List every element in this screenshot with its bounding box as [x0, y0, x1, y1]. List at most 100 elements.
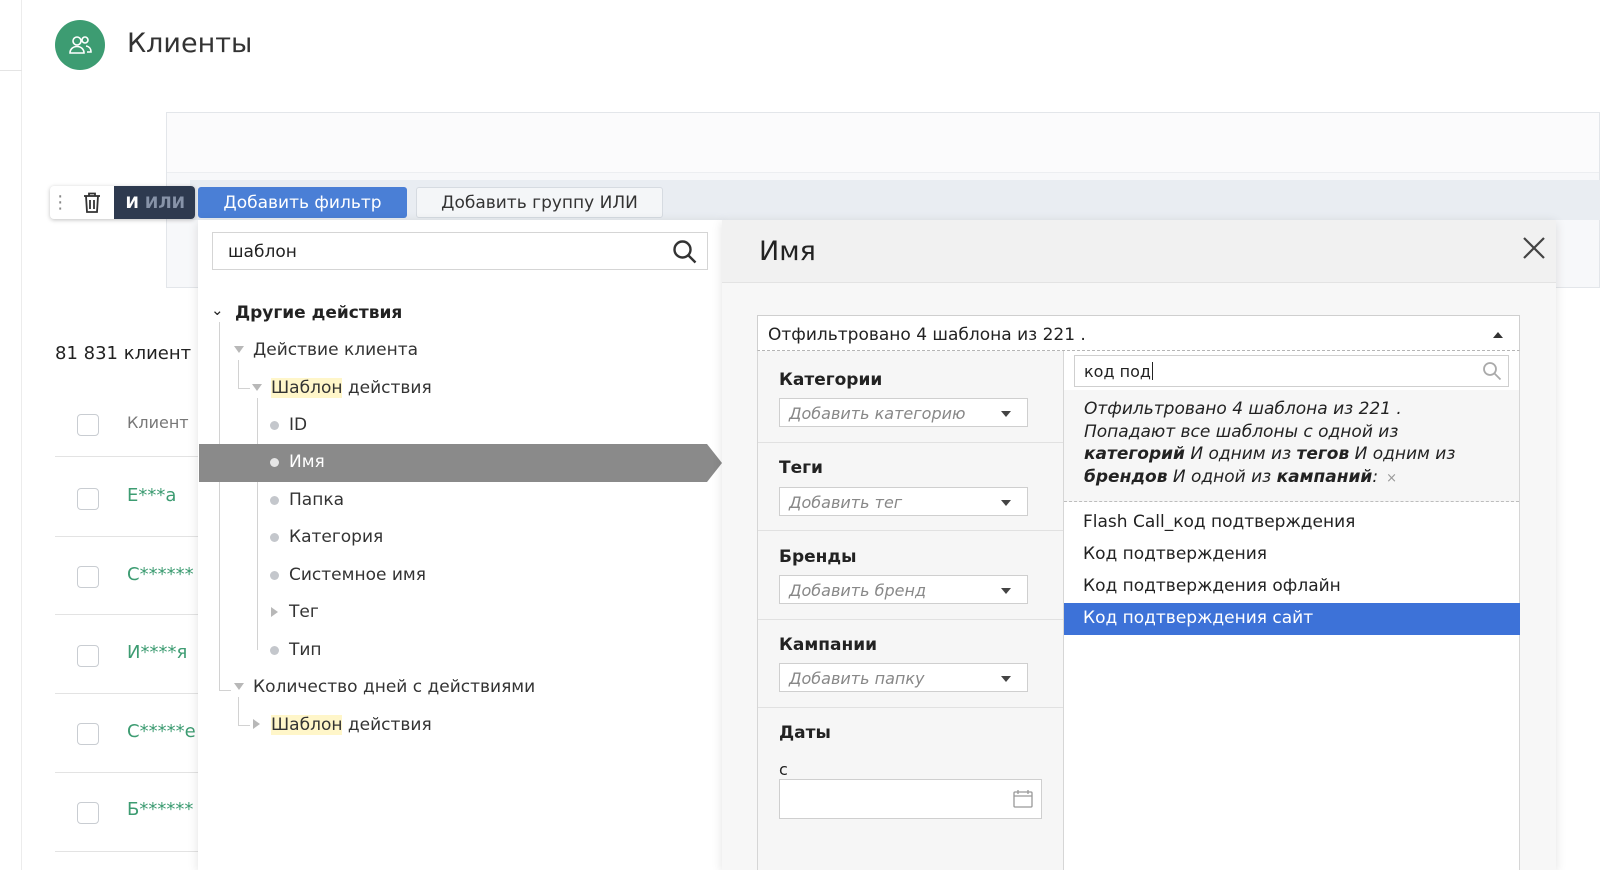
- caret-right-icon[interactable]: [271, 607, 278, 617]
- search-highlight: Шаблон: [271, 715, 343, 735]
- tags-placeholder: Добавить тег: [789, 493, 903, 512]
- campaigns-placeholder: Добавить папку: [789, 669, 925, 688]
- tree-guide: [238, 725, 250, 726]
- table-row-divider: [55, 536, 205, 537]
- tree-guide: [238, 697, 239, 725]
- info-summary: Отфильтровано 4 шаблона из 221 .: [1084, 399, 1402, 419]
- detail-header: [722, 220, 1556, 283]
- section-divider: [758, 530, 1063, 531]
- tree-item-system-name[interactable]: Системное имя: [289, 565, 426, 585]
- close-icon[interactable]: [1520, 234, 1548, 262]
- row-checkbox[interactable]: [77, 645, 99, 667]
- chevron-down-icon[interactable]: ⌄: [211, 301, 224, 319]
- row-checkbox[interactable]: [77, 488, 99, 510]
- caret-down-icon[interactable]: [234, 683, 244, 690]
- tags-select[interactable]: Добавить тег: [779, 487, 1028, 516]
- template-option[interactable]: Код подтверждения: [1064, 539, 1520, 571]
- tree-search-input[interactable]: шаблон: [212, 232, 708, 270]
- info-text: И одной из: [1167, 466, 1277, 487]
- leaf-dot-icon: [270, 496, 279, 505]
- row-checkbox[interactable]: [77, 566, 99, 588]
- filter-label-campaigns: Кампании: [779, 635, 878, 655]
- select-all-checkbox[interactable]: [77, 414, 99, 436]
- tree-item-label: действия: [342, 715, 432, 735]
- info-term: кампаний: [1276, 466, 1373, 487]
- tree-item-days-with-actions[interactable]: Количество дней с действиями: [253, 677, 535, 697]
- search-highlight: Шаблон: [271, 378, 343, 398]
- row-checkbox[interactable]: [77, 723, 99, 745]
- filter-label-brands: Бренды: [779, 547, 857, 567]
- template-search-text[interactable]: код под: [1084, 362, 1153, 381]
- template-search-input[interactable]: код под: [1074, 355, 1509, 387]
- clear-icon[interactable]: ×: [1386, 471, 1397, 486]
- info-text: И одним из: [1184, 444, 1297, 464]
- section-divider: [758, 442, 1063, 443]
- client-link[interactable]: Б******: [127, 799, 199, 820]
- and-label[interactable]: И: [126, 193, 139, 212]
- info-description: Попадают все шаблоны с одной из категори…: [1084, 421, 1499, 491]
- campaigns-select[interactable]: Добавить папку: [779, 663, 1028, 692]
- chevron-down-icon[interactable]: [1001, 588, 1011, 594]
- table-row-divider: [55, 772, 205, 773]
- tree-item-other-actions[interactable]: Другие действия: [235, 303, 402, 323]
- filter-label-tags: Теги: [779, 458, 823, 478]
- and-or-toggle[interactable]: И ИЛИ: [113, 186, 195, 219]
- tree-item-category[interactable]: Категория: [289, 527, 383, 547]
- tree-item-type[interactable]: Тип: [289, 640, 322, 660]
- add-filter-button[interactable]: Добавить фильтр: [198, 187, 407, 218]
- tree-item-label: действия: [342, 378, 432, 398]
- template-select-value: Отфильтровано 4 шаблона из 221 .: [768, 325, 1086, 345]
- tree-item-name[interactable]: Имя: [289, 452, 325, 472]
- brands-select[interactable]: Добавить бренд: [779, 575, 1028, 604]
- tree-item-action-template-2[interactable]: Шаблон действия: [271, 715, 432, 735]
- client-link[interactable]: Е***а: [127, 485, 199, 506]
- search-icon[interactable]: [1482, 361, 1502, 385]
- filter-label-categories: Категории: [779, 370, 883, 390]
- column-header-client[interactable]: Клиент: [127, 413, 189, 432]
- template-option-selected[interactable]: Код подтверждения сайт: [1064, 603, 1520, 635]
- caret-right-icon[interactable]: [253, 719, 260, 729]
- selected-arrow: [707, 444, 722, 482]
- calendar-icon[interactable]: [1013, 790, 1033, 812]
- template-select[interactable]: Отфильтровано 4 шаблона из 221 .: [757, 315, 1520, 351]
- app-page: Клиенты ⋮ И ИЛИ Добавить фильтр Добавить…: [0, 0, 1600, 870]
- filter-row-toolbar: ⋮ И ИЛИ: [50, 186, 195, 219]
- section-divider: [758, 707, 1063, 708]
- client-link[interactable]: И****я: [127, 642, 199, 663]
- or-label[interactable]: ИЛИ: [145, 193, 185, 212]
- table-row-divider: [55, 614, 205, 615]
- trash-icon[interactable]: [71, 186, 114, 219]
- chevron-down-icon[interactable]: [1001, 500, 1011, 506]
- tree-item-action-template[interactable]: Шаблон действия: [271, 378, 432, 398]
- date-from-input[interactable]: [779, 779, 1042, 819]
- categories-placeholder: Добавить категорию: [789, 404, 966, 423]
- template-option[interactable]: Flash Call_код подтверждения: [1064, 507, 1520, 539]
- row-checkbox[interactable]: [77, 802, 99, 824]
- detail-title: Имя: [759, 236, 816, 267]
- info-text: Попадают все шаблоны с одной из: [1084, 421, 1399, 442]
- template-search-value: код под: [1084, 362, 1151, 381]
- table-row-divider: [55, 851, 205, 852]
- tree-item-tag[interactable]: Тег: [289, 602, 319, 622]
- left-rail: [0, 0, 22, 870]
- client-link[interactable]: С*****е: [127, 721, 199, 742]
- drag-handle-icon[interactable]: ⋮: [50, 192, 71, 213]
- info-term: тегов: [1296, 444, 1350, 464]
- search-icon[interactable]: [671, 238, 699, 270]
- tree-search-value[interactable]: шаблон: [228, 242, 297, 262]
- chevron-down-icon[interactable]: [1001, 411, 1011, 417]
- tree-item-customer-action[interactable]: Действие клиента: [253, 340, 418, 360]
- categories-select[interactable]: Добавить категорию: [779, 398, 1028, 427]
- add-or-group-button[interactable]: Добавить группу ИЛИ: [416, 187, 663, 218]
- info-term: категорий: [1084, 444, 1185, 464]
- caret-up-icon[interactable]: [1493, 332, 1503, 338]
- users-icon: [55, 20, 105, 70]
- caret-down-icon[interactable]: [252, 384, 262, 391]
- tree-item-id[interactable]: ID: [289, 415, 307, 435]
- tree-item-folder[interactable]: Папка: [289, 490, 344, 510]
- chevron-down-icon[interactable]: [1001, 676, 1011, 682]
- template-option[interactable]: Код подтверждения офлайн: [1064, 571, 1520, 603]
- caret-down-icon[interactable]: [234, 346, 244, 353]
- tree-guide: [219, 690, 231, 691]
- client-link[interactable]: С******: [127, 564, 199, 585]
